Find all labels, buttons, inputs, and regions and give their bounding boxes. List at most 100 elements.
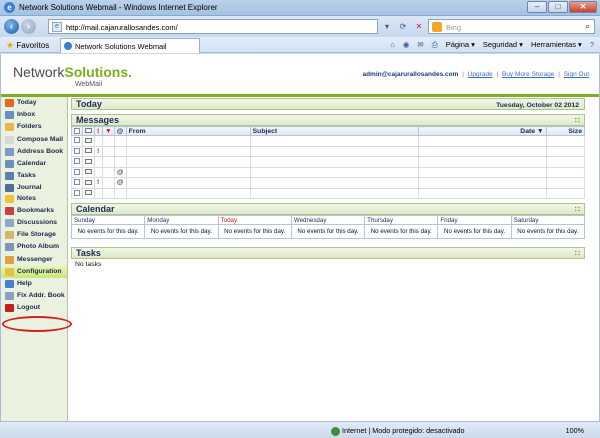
subject-column[interactable]: Subject (249, 126, 419, 136)
flag-cell[interactable] (102, 156, 115, 168)
flag-column[interactable]: ▼ (102, 126, 115, 136)
row-checkbox[interactable] (71, 187, 83, 199)
sidebar-item-address-book[interactable]: Address Book (1, 146, 67, 158)
today-date: Tuesday, October 02 2012 (496, 102, 579, 109)
row-checkbox[interactable] (71, 135, 83, 147)
row-checkbox[interactable] (71, 177, 83, 189)
search-box[interactable]: Bing ⌕ (428, 19, 595, 34)
buy-storage-link[interactable]: Buy More Storage (502, 71, 554, 78)
security-zone[interactable]: Internet | Modo protegido: desactivado (331, 426, 465, 436)
sidebar-item-fix-addr-book[interactable]: Fix Addr. Book (1, 290, 67, 302)
minimize-button[interactable]: – (527, 1, 547, 13)
sidebar-item-folders[interactable]: Folders (1, 121, 67, 133)
panel-menu-icon[interactable]: ∷ (575, 204, 580, 215)
sidebar-item-photo-album[interactable]: Photo Album (1, 241, 67, 253)
sidebar-item-discussions[interactable]: Discussions (1, 217, 67, 229)
flag-cell[interactable] (102, 187, 115, 199)
sidebar-item-logout[interactable]: Logout (1, 302, 67, 314)
date-column[interactable]: Date ▼ (417, 126, 547, 136)
calendar-day-today[interactable]: Today (217, 215, 292, 225)
panel-menu-icon[interactable]: ∷ (575, 248, 580, 259)
from-cell[interactable] (125, 166, 251, 178)
table-row[interactable]: ! @ (71, 177, 586, 189)
sidebar-item-today[interactable]: Today (1, 97, 67, 109)
tool-tools[interactable]: Herramientas ▾ (531, 40, 582, 50)
calendar-day-friday[interactable]: Friday (437, 215, 512, 225)
forward-button[interactable]: › (21, 19, 36, 34)
zoom-level[interactable]: 100% (566, 426, 584, 435)
sidebar-item-bookmarks[interactable]: Bookmarks (1, 205, 67, 217)
size-column[interactable]: Size (545, 126, 586, 136)
attachment-column[interactable]: @ (113, 126, 127, 136)
sidebar-item-messenger[interactable]: Messenger (1, 254, 67, 266)
from-cell[interactable] (125, 156, 251, 168)
sidebar-item-label: Messenger (17, 256, 53, 264)
table-row[interactable] (71, 187, 586, 199)
flag-cell[interactable] (102, 166, 115, 178)
subject-cell[interactable] (249, 166, 419, 178)
flag-cell[interactable] (102, 135, 115, 147)
from-cell[interactable] (125, 135, 251, 147)
calendar-day-sunday[interactable]: Sunday (70, 215, 146, 225)
tool-page[interactable]: Página ▾ (446, 40, 475, 50)
maximize-button[interactable]: □ (548, 1, 568, 13)
sidebar-item-calendar[interactable]: Calendar (1, 158, 67, 170)
table-row[interactable] (71, 156, 586, 168)
tool-security[interactable]: Seguridad ▾ (483, 40, 523, 50)
sidebar-item-compose-mail[interactable]: Compose Mail (1, 134, 67, 146)
panel-menu-icon[interactable]: ∷ (575, 115, 580, 126)
mail-icon[interactable]: ✉ (417, 40, 423, 50)
row-checkbox[interactable] (71, 156, 83, 168)
sidebar-item-inbox[interactable]: Inbox (1, 109, 67, 121)
favorites-button[interactable]: ★ Favoritos (6, 40, 49, 51)
row-checkbox[interactable] (71, 166, 83, 178)
address-url[interactable]: http://mail.cajarurallosandes.com/ (66, 23, 178, 32)
subject-cell[interactable] (249, 145, 419, 157)
table-row[interactable] (71, 135, 586, 147)
sidebar-item-tasks[interactable]: Tasks (1, 170, 67, 182)
calendar-day-wednesday[interactable]: Wednesday (290, 215, 366, 225)
browser-tab[interactable]: Network Solutions Webmail (60, 38, 200, 53)
table-row[interactable]: @ (71, 166, 586, 178)
today-icon (5, 99, 14, 107)
priority-column[interactable]: ! (94, 126, 103, 136)
subject-cell[interactable] (249, 177, 419, 189)
compat-view-icon[interactable]: ▾ (380, 19, 394, 34)
stop-icon[interactable]: ✕ (412, 19, 426, 34)
sidebar-item-notes[interactable]: Notes (1, 193, 67, 205)
back-button[interactable]: ‹ (4, 19, 19, 34)
help-icon[interactable]: ? (590, 40, 594, 50)
from-cell[interactable] (125, 145, 251, 157)
calendar-day-thursday[interactable]: Thursday (364, 215, 439, 225)
calendar-day-monday[interactable]: Monday (144, 215, 219, 225)
home-icon[interactable]: ⌂ (390, 40, 395, 50)
feeds-icon[interactable]: ◉ (403, 40, 410, 50)
sidebar-item-file-storage[interactable]: File Storage (1, 229, 67, 241)
subject-cell[interactable] (249, 135, 419, 147)
subject-cell[interactable] (249, 187, 419, 199)
flag-cell[interactable] (102, 177, 115, 189)
sidebar-item-help[interactable]: Help (1, 278, 67, 290)
sidebar-item-journal[interactable]: Journal (1, 182, 67, 194)
print-icon[interactable]: ⎙ (432, 40, 438, 50)
calendar-day-saturday[interactable]: Saturday (510, 215, 586, 225)
row-checkbox[interactable] (71, 145, 83, 157)
search-placeholder[interactable]: Bing (446, 23, 461, 32)
refresh-icon[interactable]: ⟳ (396, 19, 410, 34)
sign-out-link[interactable]: Sign Out (564, 71, 589, 78)
photo-album-icon (5, 242, 14, 251)
subject-cell[interactable] (249, 156, 419, 168)
attachment-cell: @ (113, 166, 127, 178)
flag-cell[interactable] (102, 145, 115, 157)
upgrade-link[interactable]: Upgrade (468, 71, 493, 78)
select-all-checkbox[interactable] (71, 126, 83, 136)
search-icon[interactable]: ⌕ (585, 21, 590, 32)
close-button[interactable]: ✕ (569, 1, 597, 13)
read-status-column[interactable] (82, 126, 95, 136)
from-cell[interactable] (125, 177, 251, 189)
from-column[interactable]: From (125, 126, 251, 136)
from-cell[interactable] (125, 187, 251, 199)
table-row[interactable]: ! (71, 145, 586, 157)
sidebar-item-configuration[interactable]: Configuration (1, 266, 67, 278)
address-bar[interactable]: e http://mail.cajarurallosandes.com/ (48, 19, 378, 34)
